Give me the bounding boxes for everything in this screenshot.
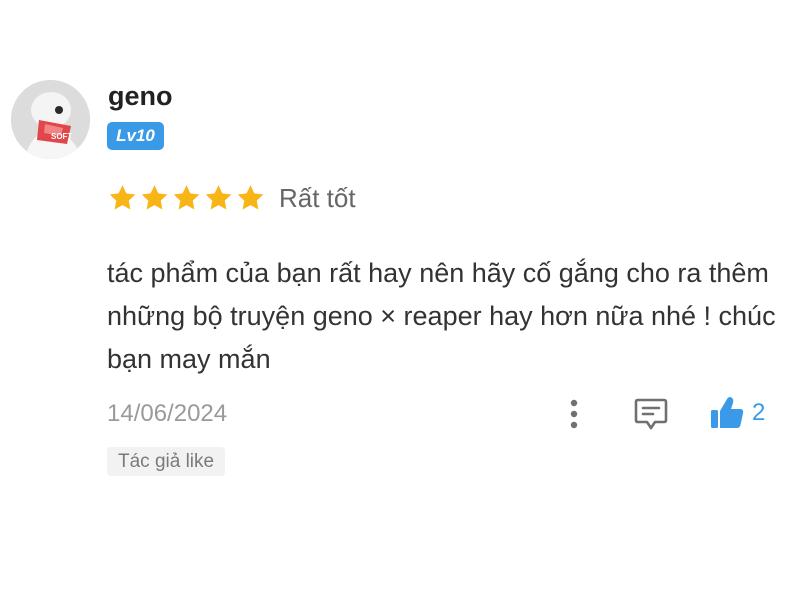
avatar[interactable]: SOFT [11,80,90,159]
star-icon [109,185,136,210]
star-icon [205,185,232,210]
comment-reply-icon[interactable] [632,395,670,433]
more-vertical-icon[interactable] [562,396,586,432]
avatar-logo-text: SOFT [51,132,72,141]
comment-text: tác phẩm của bạn rất hay nên hãy cố gắng… [107,258,776,374]
review-date: 14/06/2024 [107,400,228,427]
username[interactable]: geno [108,80,173,112]
rating-label: Rất tốt [279,183,356,213]
star-icon [173,185,200,210]
avatar-image: SOFT [11,80,90,159]
rating: Rất tốt [107,180,356,216]
star-rating [107,183,267,213]
thumbs-up-icon [711,397,744,428]
author-liked-tag: Tác giả like [107,447,226,476]
like-button[interactable]: 2 [708,394,765,432]
star-icon [141,185,168,210]
level-badge: Lv10 [107,122,164,150]
review-card: SOFT geno Lv10 Rất tốt tác phẩm của bạn … [0,0,800,600]
star-icon [237,185,264,210]
like-count: 2 [752,399,766,426]
